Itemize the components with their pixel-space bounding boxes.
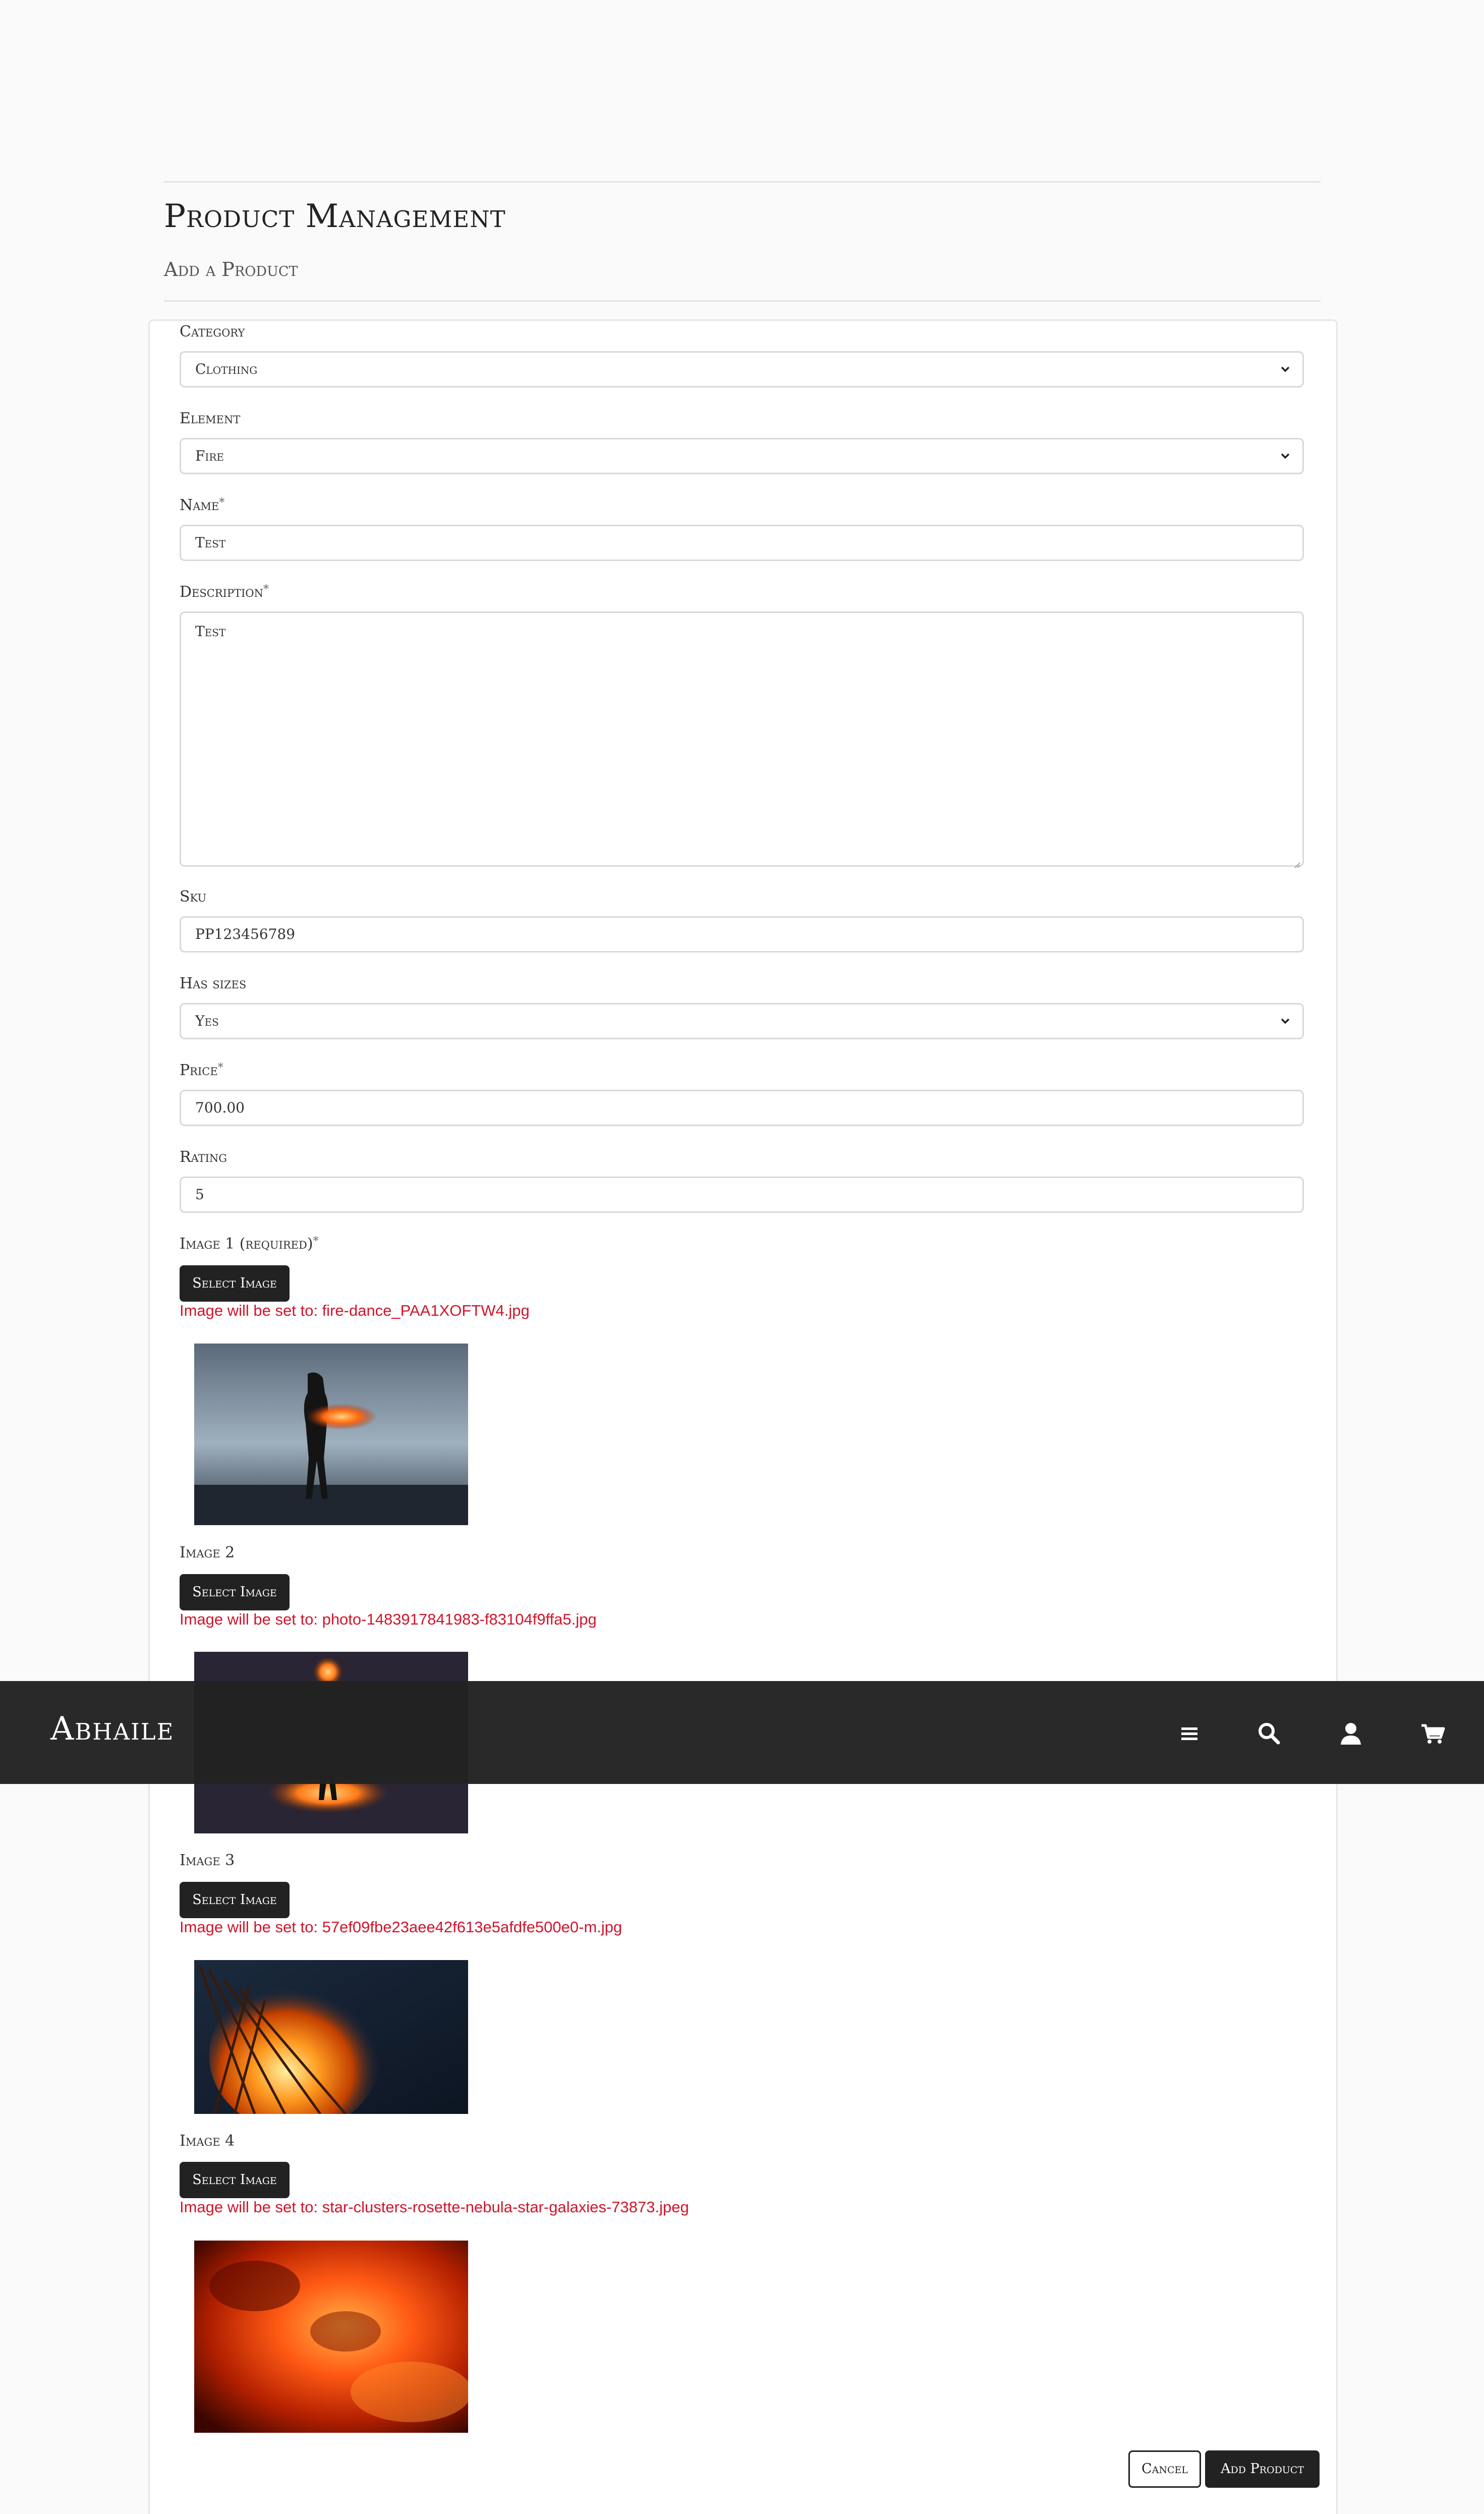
- page-title: Product Management: [164, 198, 506, 235]
- page: Product Management Add a Product Categor…: [0, 0, 1484, 2514]
- required-mark: *: [217, 1062, 223, 1074]
- category-select[interactable]: Clothing: [180, 351, 1304, 387]
- description-value: Test: [195, 623, 226, 640]
- image-3-filename-note: Image will be set to: 57ef09fbe23aee42f6…: [180, 1918, 622, 1936]
- chevron-down-icon: [1277, 353, 1293, 386]
- image-2-filename-note: Image will be set to: photo-148391784198…: [180, 1610, 597, 1628]
- top-divider: [164, 181, 1321, 183]
- has-sizes-label: Has sizes: [180, 975, 247, 992]
- rating-label: Rating: [180, 1148, 227, 1166]
- add-product-button[interactable]: Add Product: [1205, 2450, 1320, 2488]
- select-image-4-button[interactable]: Select Image: [180, 2162, 290, 2198]
- required-mark: *: [313, 1235, 319, 1248]
- has-sizes-value: Yes: [195, 1013, 219, 1029]
- header-divider: [164, 300, 1321, 302]
- image-1-filename-note: Image will be set to: fire-dance_PAA1XOF…: [180, 1302, 530, 1319]
- chevron-down-icon: [1277, 439, 1293, 473]
- sku-value: PP123456789: [195, 926, 296, 942]
- image-4-preview: [194, 2241, 468, 2433]
- name-label-text: Name: [180, 496, 219, 514]
- rating-input[interactable]: 5: [180, 1177, 1304, 1213]
- price-label-text: Price: [180, 1062, 218, 1079]
- image-4-filename-note: Image will be set to: star-clusters-rose…: [180, 2198, 689, 2216]
- chevron-down-icon: [1277, 1004, 1293, 1038]
- name-value: Test: [195, 534, 226, 551]
- required-mark: *: [263, 583, 269, 596]
- image-3-preview: [194, 1960, 468, 2114]
- image-4-label: Image 4: [180, 2132, 235, 2150]
- image-1-preview: [194, 1344, 468, 1525]
- page-subtitle: Add a Product: [164, 258, 298, 281]
- search-icon[interactable]: [1255, 1719, 1283, 1748]
- image-2-label: Image 2: [180, 1544, 235, 1561]
- name-input[interactable]: Test: [180, 525, 1304, 561]
- element-select[interactable]: Fire: [180, 438, 1304, 474]
- sku-input[interactable]: PP123456789: [180, 916, 1304, 953]
- element-label: Element: [180, 410, 241, 427]
- brand-logo[interactable]: Abhaile: [50, 1710, 175, 1748]
- description-textarea[interactable]: Test: [180, 611, 1304, 868]
- cart-icon[interactable]: [1418, 1719, 1447, 1748]
- description-label-text: Description: [180, 583, 263, 601]
- resize-handle-icon[interactable]: [1292, 855, 1300, 868]
- image-1-label: Image 1 (required)*: [180, 1235, 319, 1253]
- category-label: Category: [180, 323, 245, 341]
- price-input[interactable]: 700.00: [180, 1090, 1304, 1126]
- select-image-1-button[interactable]: Select Image: [180, 1265, 290, 1302]
- category-value: Clothing: [195, 361, 258, 377]
- user-icon[interactable]: [1337, 1719, 1365, 1748]
- price-label: Price*: [180, 1062, 223, 1079]
- select-image-3-button[interactable]: Select Image: [180, 1882, 290, 1918]
- required-mark: *: [219, 496, 225, 509]
- sku-label: Sku: [180, 888, 207, 906]
- image-3-label: Image 3: [180, 1852, 235, 1869]
- element-value: Fire: [195, 448, 224, 464]
- top-navbar: Abhaile: [0, 1681, 1484, 1784]
- rating-value: 5: [195, 1186, 204, 1203]
- menu-icon[interactable]: [1175, 1719, 1204, 1748]
- has-sizes-select[interactable]: Yes: [180, 1003, 1304, 1039]
- cancel-button[interactable]: Cancel: [1128, 2450, 1201, 2488]
- price-value: 700.00: [195, 1099, 245, 1116]
- description-label: Description*: [180, 583, 269, 601]
- image-1-label-text: Image 1 (required): [180, 1235, 313, 1253]
- select-image-2-button[interactable]: Select Image: [180, 1574, 290, 1610]
- name-label: Name*: [180, 496, 224, 514]
